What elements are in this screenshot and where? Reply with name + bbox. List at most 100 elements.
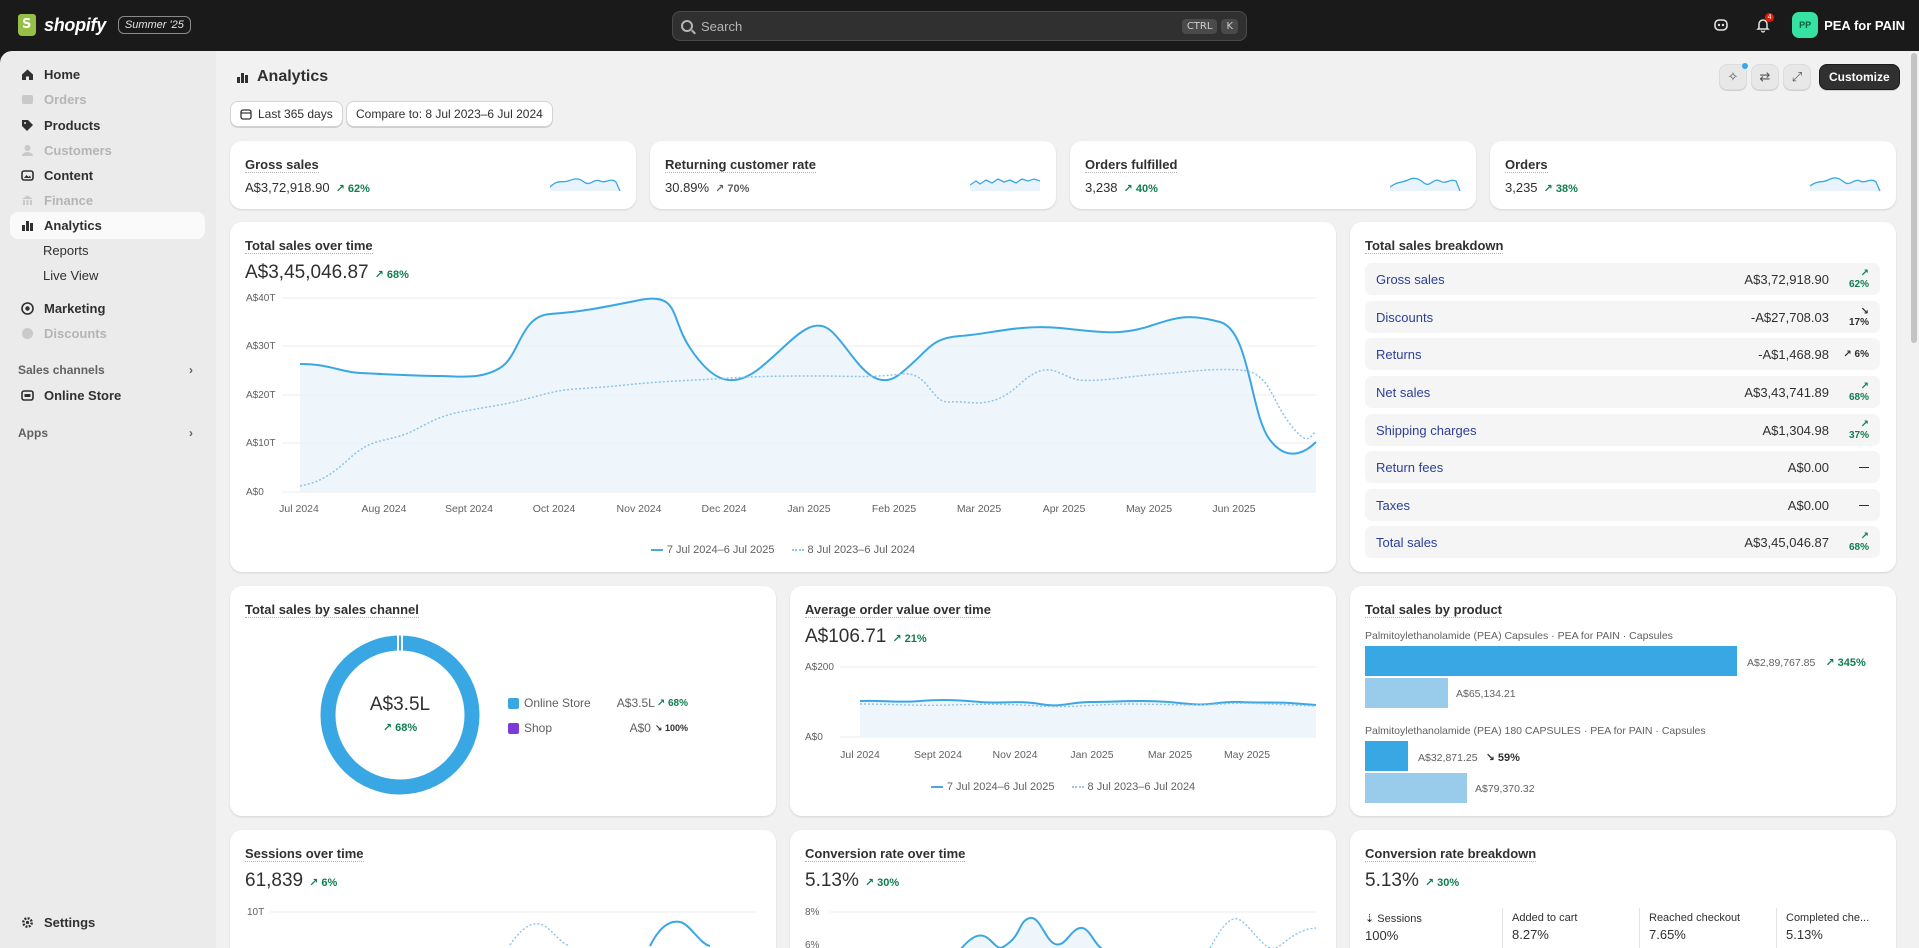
orders-icon: [20, 93, 34, 107]
nav-online-store[interactable]: Online Store: [10, 382, 205, 409]
shopify-bag-icon: [18, 14, 36, 36]
card-title[interactable]: Total sales over time: [245, 238, 373, 254]
sidekick-icon[interactable]: [1708, 12, 1734, 38]
fullscreen-button[interactable]: ⤢: [1783, 64, 1811, 90]
page-title: Analytics: [236, 68, 328, 86]
kpi-orders-fulfilled[interactable]: Orders fulfilled 3,238 ↗ 40%: [1070, 141, 1476, 209]
chart-legend: 7 Jul 2024–6 Jul 2025 8 Jul 2023–6 Jul 2…: [790, 781, 1336, 793]
bar-previous[interactable]: [1365, 678, 1448, 708]
notifications-bell-icon[interactable]: 4: [1750, 12, 1776, 38]
card-title[interactable]: Total sales by sales channel: [245, 602, 419, 618]
target-icon: [20, 302, 34, 316]
aov-line-chart[interactable]: A$200 A$0 Jul 2024 Sept 2024 Nov 2024 Ja…: [790, 656, 1336, 776]
sales-breakdown-card: Total sales breakdown Gross sales A$3,72,…: [1350, 222, 1896, 572]
nav-reports[interactable]: Reports: [43, 243, 89, 258]
breakdown-row-return-fees[interactable]: Return fees A$0.00—: [1365, 451, 1880, 483]
card-title[interactable]: Total sales breakdown: [1365, 238, 1504, 254]
nav-content[interactable]: Content: [10, 162, 205, 189]
nav-marketing[interactable]: Marketing: [10, 295, 205, 322]
bar-current[interactable]: [1365, 741, 1408, 771]
nav-home[interactable]: Home: [10, 61, 205, 88]
date-range-button[interactable]: Last 365 days: [230, 101, 343, 127]
legend-shop[interactable]: Shop A$0 ↘ 100%: [508, 721, 688, 735]
breakdown-row-returns[interactable]: Returns -A$1,468.98 ↗ 6%: [1365, 338, 1880, 370]
nav-analytics[interactable]: Analytics: [10, 212, 205, 239]
compare-button[interactable]: Compare to: 8 Jul 2023–6 Jul 2024: [346, 101, 553, 127]
card-title[interactable]: Conversion rate breakdown: [1365, 846, 1537, 862]
funnel-step-reached-checkout[interactable]: Reached checkout 7.65%: [1649, 912, 1779, 942]
x-tick: Jun 2025: [1212, 503, 1255, 515]
sales-channels-header[interactable]: Sales channels ›: [18, 363, 193, 377]
kpi-value: 3,235 ↗ 38%: [1505, 180, 1578, 195]
bar-previous-label: A$79,370.32: [1475, 783, 1535, 795]
sparkle-button[interactable]: ✧: [1719, 63, 1748, 90]
store-menu[interactable]: PP PEA for PAIN: [1792, 12, 1905, 38]
tag-icon: [20, 119, 34, 133]
nav-orders[interactable]: Orders: [10, 86, 205, 113]
sparkle-icon: ✧: [1727, 69, 1739, 84]
breakdown-row-taxes[interactable]: Taxes A$0.00—: [1365, 489, 1880, 521]
refresh-button[interactable]: ⇄: [1751, 64, 1779, 90]
breakdown-row-discounts[interactable]: Discounts -A$27,708.03 ↘ 17%: [1365, 301, 1880, 333]
divider: [1776, 908, 1777, 948]
brand[interactable]: shopify Summer '25: [18, 14, 191, 36]
sessions-line-chart[interactable]: 10T: [230, 900, 776, 948]
card-title[interactable]: Sessions over time: [245, 846, 364, 862]
edition-badge: Summer '25: [117, 16, 191, 34]
funnel-step-sessions[interactable]: ⇣ Sessions 100%: [1365, 912, 1502, 943]
legend-previous[interactable]: 8 Jul 2023–6 Jul 2024: [791, 544, 915, 556]
sessions-chart-card: Sessions over time 61,839 ↗ 6% 10T: [230, 830, 776, 948]
breakdown-row-net-sales[interactable]: Net sales A$3,43,741.89 ↗ 68%: [1365, 376, 1880, 408]
donut-center-delta: ↗ 68%: [382, 722, 418, 734]
breakdown-row-total-sales[interactable]: Total sales A$3,45,046.87 ↗ 68%: [1365, 526, 1880, 558]
conversion-line-chart[interactable]: 8% 6%: [790, 900, 1336, 948]
top-right-actions: 4 PP PEA for PAIN: [1708, 12, 1905, 38]
nav-settings[interactable]: Settings: [10, 909, 205, 936]
funnel-step-completed-checkout[interactable]: Completed che... 5.13%: [1786, 912, 1891, 942]
card-title[interactable]: Conversion rate over time: [805, 846, 966, 862]
y-tick: A$30T: [246, 341, 275, 352]
store-name: PEA for PAIN: [1824, 17, 1905, 33]
legend-previous[interactable]: 8 Jul 2023–6 Jul 2024: [1071, 781, 1195, 793]
kpi-label: Gross sales: [245, 157, 319, 173]
bar-chart-icon: [237, 72, 248, 83]
discount-icon: [20, 327, 34, 341]
search-icon: [681, 20, 693, 32]
chevron-right-icon: ›: [189, 426, 193, 440]
nav-products[interactable]: Products: [10, 112, 205, 139]
conversion-breakdown-value: 5.13% ↗ 30%: [1365, 870, 1460, 891]
shortcut-k: K: [1221, 18, 1238, 34]
total-sales-line-chart[interactable]: A$40T A$30T A$20T A$10T A$0 Jul 2024 Aug…: [230, 292, 1336, 562]
legend-online-store[interactable]: Online Store A$3.5L ↗ 68%: [508, 696, 688, 710]
funnel-step-added-to-cart[interactable]: Added to cart 8.27%: [1512, 912, 1642, 942]
storefront-icon: [20, 389, 34, 403]
kpi-returning-rate[interactable]: Returning customer rate 30.89% ↗ 70%: [650, 141, 1056, 209]
card-title[interactable]: Total sales by product: [1365, 602, 1503, 618]
y-tick: A$0: [805, 732, 823, 743]
bar-previous[interactable]: [1365, 773, 1467, 803]
customize-button[interactable]: Customize: [1819, 64, 1900, 90]
y-tick: A$200: [805, 662, 834, 673]
breakdown-row-gross-sales[interactable]: Gross sales A$3,72,918.90 ↗ 62%: [1365, 263, 1880, 295]
legend-current[interactable]: 7 Jul 2024–6 Jul 2025: [650, 544, 774, 556]
divider: [1502, 908, 1503, 948]
nav-finance[interactable]: Finance: [10, 187, 205, 214]
apps-header[interactable]: Apps ›: [18, 426, 193, 440]
card-title[interactable]: Average order value over time: [805, 602, 991, 618]
shortcut-ctrl: CTRL: [1181, 18, 1218, 34]
legend-current[interactable]: 7 Jul 2024–6 Jul 2025: [930, 781, 1054, 793]
nav-discounts[interactable]: Discounts: [10, 320, 205, 347]
store-avatar: PP: [1792, 12, 1819, 38]
content-icon: [20, 169, 34, 183]
bar-current[interactable]: [1365, 646, 1737, 676]
swatch-shop: [508, 722, 519, 734]
chart-legend: 7 Jul 2024–6 Jul 2025 8 Jul 2023–6 Jul 2…: [230, 544, 1336, 556]
kpi-orders[interactable]: Orders 3,235 ↗ 38%: [1490, 141, 1896, 209]
kpi-gross-sales[interactable]: Gross sales A$3,72,918.90 ↗ 62%: [230, 141, 636, 209]
nav-live-view[interactable]: Live View: [43, 268, 98, 283]
scrollbar[interactable]: [1911, 53, 1917, 343]
breakdown-row-shipping[interactable]: Shipping charges A$1,304.98 ↗ 37%: [1365, 414, 1880, 446]
nav-customers[interactable]: Customers: [10, 137, 205, 164]
search-bar[interactable]: Search CTRL K: [672, 11, 1247, 41]
x-tick: Feb 2025: [872, 503, 917, 515]
